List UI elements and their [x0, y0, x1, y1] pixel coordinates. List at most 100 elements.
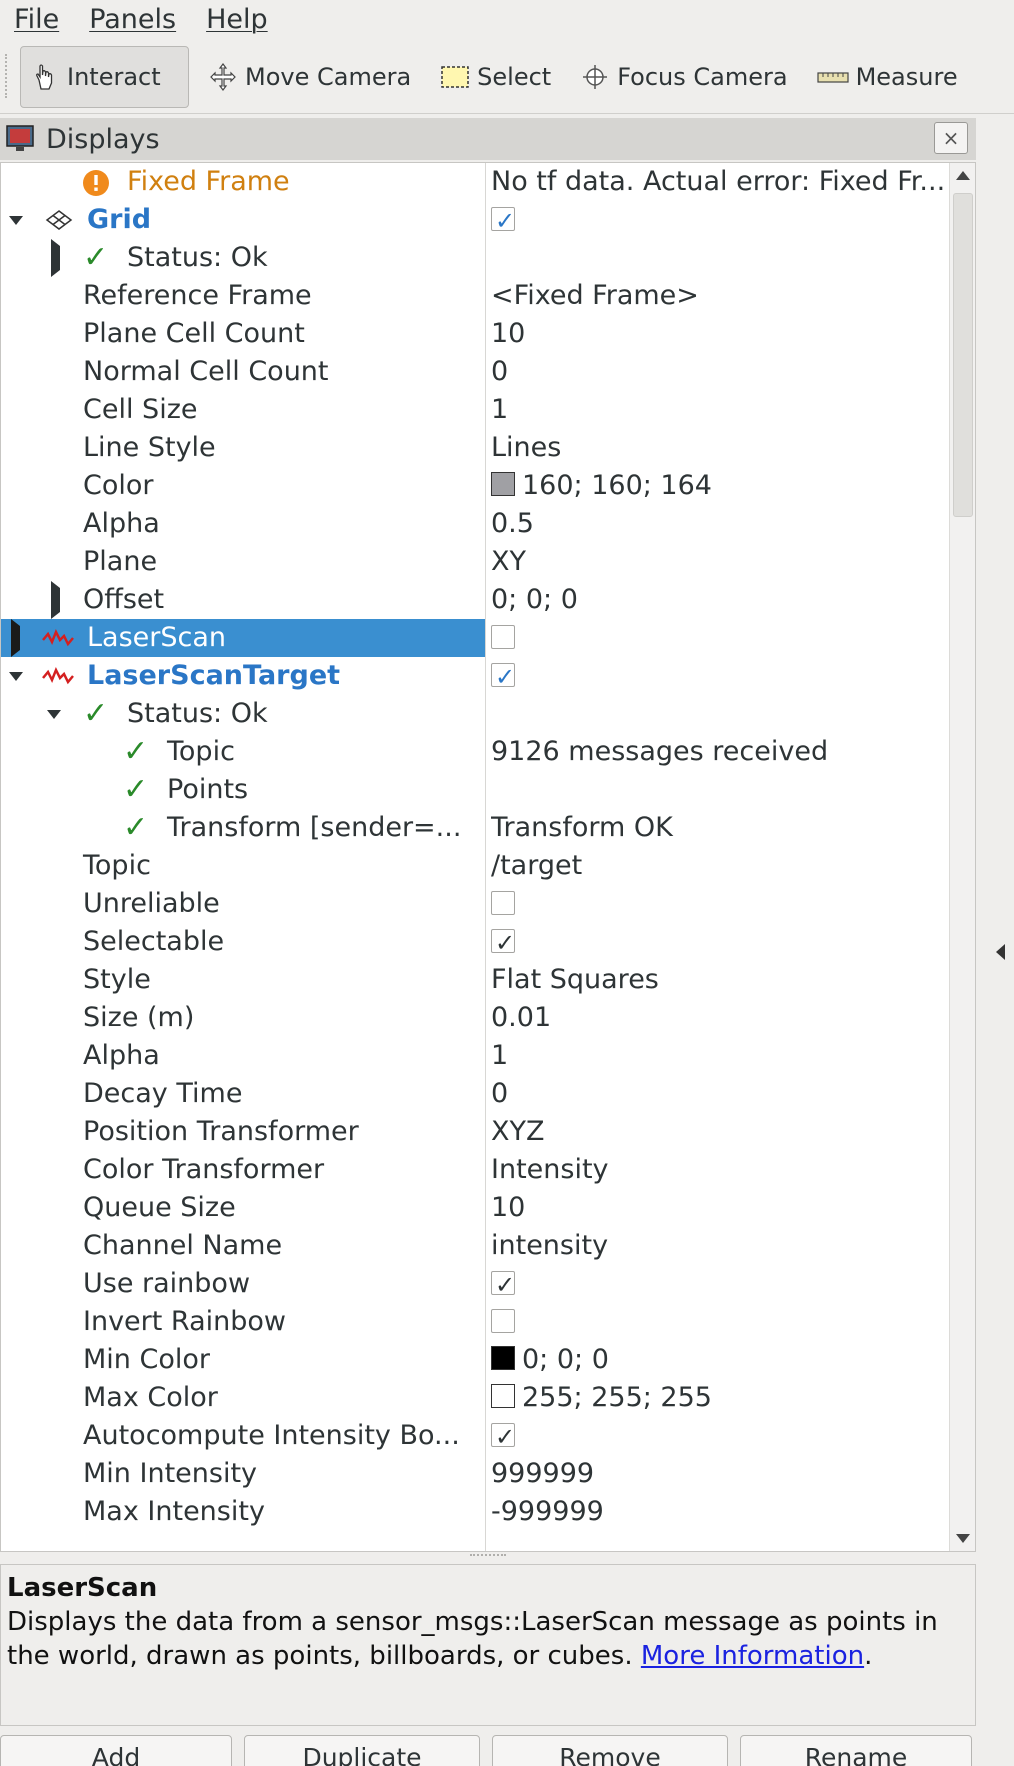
more-information-link[interactable]: More Information [641, 1641, 864, 1671]
tree-row-decay-time[interactable]: Decay Time 0 [1, 1075, 949, 1113]
tree-row-grid-status[interactable]: ✓ Status: Ok [1, 239, 949, 277]
tree-row-alpha[interactable]: Alpha 1 [1, 1037, 949, 1075]
expand-arrow-icon[interactable] [51, 239, 485, 277]
tree-row-unreliable[interactable]: Unreliable [1, 885, 949, 923]
close-panel-button[interactable]: × [934, 122, 968, 154]
laserscan-enabled-checkbox[interactable] [491, 624, 515, 649]
tree-row-value[interactable]: XY [491, 543, 947, 581]
rename-button[interactable]: Rename [740, 1735, 972, 1766]
tree-row-value[interactable]: 0 [491, 353, 947, 391]
tree-row-fixed-frame[interactable]: Fixed Frame No tf data. Actual error: Fi… [1, 163, 949, 201]
scrollbar-thumb[interactable] [953, 193, 973, 517]
tree-row-channel-name[interactable]: Channel Name intensity [1, 1227, 949, 1265]
tree-row-use-rainbow[interactable]: Use rainbow [1, 1265, 949, 1304]
tree-row-max-intensity[interactable]: Max Intensity -999999 [1, 1493, 949, 1531]
tree-row-position-transformer[interactable]: Position Transformer XYZ [1, 1113, 949, 1151]
collapse-arrow-icon[interactable] [47, 710, 61, 719]
tree-row-color-transformer[interactable]: Color Transformer Intensity [1, 1151, 949, 1189]
tree-row-value[interactable]: intensity [491, 1227, 947, 1265]
tree-row-plane[interactable]: Plane XY [1, 543, 949, 581]
add-button[interactable]: Add [0, 1735, 232, 1766]
collapse-arrow-icon[interactable] [9, 216, 23, 225]
invert-rainbow-checkbox[interactable] [491, 1308, 515, 1333]
measure-button[interactable]: Measure [806, 46, 968, 108]
tree-row-size[interactable]: Size (m) 0.01 [1, 999, 949, 1037]
tree-row-value[interactable]: 1 [491, 1037, 947, 1075]
collapse-arrow-icon[interactable] [9, 672, 23, 681]
tree-row-label: Fixed Frame [127, 166, 290, 197]
use-rainbow-checkbox[interactable] [491, 1266, 515, 1303]
menu-help[interactable]: Help [206, 4, 268, 35]
min-color-swatch[interactable] [491, 1346, 515, 1370]
tree-row-queue-size[interactable]: Queue Size 10 [1, 1189, 949, 1227]
tree-row-laserscan[interactable]: LaserScan [1, 619, 949, 657]
tree-row-value[interactable]: Lines [491, 429, 947, 467]
tree-row-value[interactable]: Intensity [491, 1151, 947, 1189]
laserscantarget-enabled-checkbox[interactable] [491, 658, 515, 695]
remove-button[interactable]: Remove [492, 1735, 728, 1766]
tree-row-value[interactable]: 10 [491, 1189, 947, 1227]
tree-row-selectable[interactable]: Selectable [1, 923, 949, 962]
select-button[interactable]: Select [429, 46, 561, 108]
max-color-swatch[interactable] [491, 1384, 515, 1408]
tree-row-cell-size[interactable]: Cell Size 1 [1, 391, 949, 429]
tree-row-value[interactable]: 0.5 [491, 505, 947, 543]
menu-panels[interactable]: Panels [89, 4, 176, 35]
unreliable-checkbox[interactable] [491, 890, 515, 915]
tree-rows: Fixed Frame No tf data. Actual error: Fi… [1, 163, 949, 1531]
autocompute-intensity-checkbox[interactable] [491, 1418, 515, 1455]
grid-color-swatch[interactable] [491, 472, 515, 496]
interact-button[interactable]: Interact [20, 45, 189, 108]
tree-row-line-style[interactable]: Line Style Lines [1, 429, 949, 467]
tree-row-status-points[interactable]: ✓ Points [1, 771, 949, 809]
tree-row-reference-frame[interactable]: Reference Frame <Fixed Frame> [1, 277, 949, 315]
tree-row-autocompute-intensity[interactable]: Autocompute Intensity Bo... [1, 1417, 949, 1456]
tree-row-value[interactable]: <Fixed Frame> [491, 277, 947, 315]
tree-row-color[interactable]: Color 160; 160; 164 [1, 467, 949, 505]
vertical-scrollbar[interactable] [949, 163, 975, 1551]
tree-row-topic[interactable]: Topic/target [1, 847, 949, 885]
tree-row-status-transform[interactable]: ✓ Transform [sender=... Transform OK [1, 809, 949, 847]
tree-row-laserscantarget-status[interactable]: ✓ Status: Ok [1, 695, 949, 733]
tree-row-value[interactable]: 0; 0; 0 [491, 581, 947, 619]
menu-file[interactable]: File [14, 4, 59, 35]
scroll-down-arrow-icon[interactable] [956, 1534, 970, 1543]
tree-row-value[interactable]: XYZ [491, 1113, 947, 1151]
tree-row-invert-rainbow[interactable]: Invert Rainbow [1, 1303, 949, 1341]
expand-arrow-icon[interactable] [11, 619, 467, 657]
tree-row-value[interactable]: 160; 160; 164 [522, 470, 712, 501]
tree-row-style[interactable]: Style Flat Squares [1, 961, 949, 999]
tree-row-value[interactable]: 1 [491, 391, 947, 429]
tree-row-normal-cell-count[interactable]: Normal Cell Count 0 [1, 353, 949, 391]
tree-row-plane-cell-count[interactable]: Plane Cell Count 10 [1, 315, 949, 353]
tree-row-max-color[interactable]: Max Color 255; 255; 255 [1, 1379, 949, 1417]
tree-row-min-intensity[interactable]: Min Intensity 999999 [1, 1455, 949, 1493]
tree-row-value: 9126 messages received [491, 736, 829, 767]
displays-tree[interactable]: Fixed Frame No tf data. Actual error: Fi… [0, 162, 976, 1552]
tree-row-value[interactable]: 0; 0; 0 [522, 1344, 609, 1375]
tree-row-value[interactable]: /target [491, 847, 947, 885]
tree-row-value[interactable]: 255; 255; 255 [522, 1382, 712, 1413]
toolbar-grip[interactable] [5, 54, 11, 98]
tree-row-offset[interactable]: Offset 0; 0; 0 [1, 581, 949, 619]
tree-row-status-topic[interactable]: ✓ Topic 9126 messages received [1, 733, 949, 771]
tree-row-value[interactable]: 0.01 [491, 999, 947, 1037]
splitter-handle[interactable] [470, 1554, 506, 1560]
tree-row-value[interactable]: 999999 [491, 1455, 947, 1493]
selectable-checkbox[interactable] [491, 924, 515, 961]
tree-row-value[interactable]: -999999 [491, 1493, 947, 1531]
tree-row-value[interactable]: 0 [491, 1075, 947, 1113]
collapse-panel-arrow-icon[interactable] [996, 944, 1005, 960]
tree-row-value[interactable]: Flat Squares [491, 961, 947, 999]
focus-camera-button[interactable]: Focus Camera [569, 46, 797, 108]
move-camera-button[interactable]: Move Camera [197, 46, 421, 108]
tree-row-value[interactable]: 10 [491, 315, 947, 353]
grid-enabled-checkbox[interactable] [491, 202, 515, 239]
tree-row-laserscantarget[interactable]: LaserScanTarget [1, 657, 949, 695]
tree-row-grid[interactable]: Grid [1, 201, 949, 239]
scroll-up-arrow-icon[interactable] [956, 171, 970, 180]
tree-row-min-color[interactable]: Min Color 0; 0; 0 [1, 1341, 949, 1379]
duplicate-button[interactable]: Duplicate [244, 1735, 480, 1766]
tree-row-label: LaserScanTarget [87, 660, 341, 691]
tree-row-alpha[interactable]: Alpha 0.5 [1, 505, 949, 543]
